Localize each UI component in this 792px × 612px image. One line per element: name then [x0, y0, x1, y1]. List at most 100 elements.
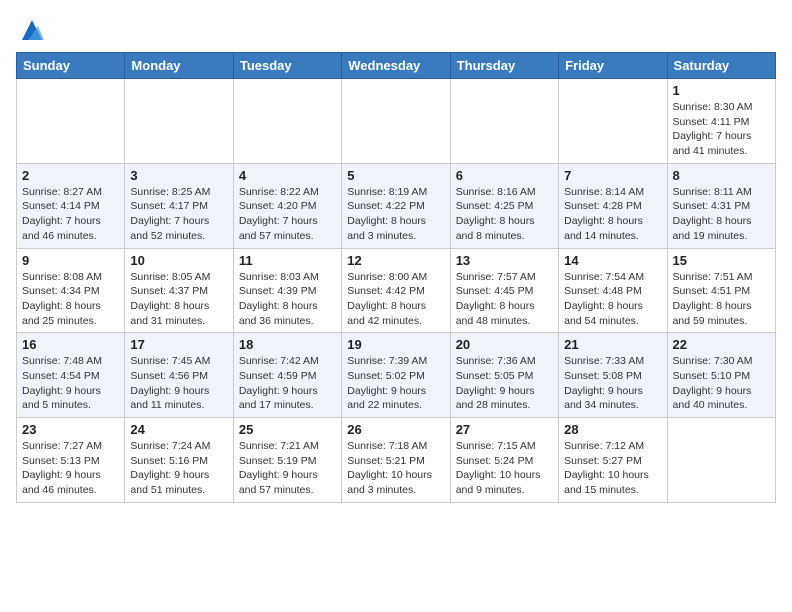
calendar-header-thursday: Thursday	[450, 53, 558, 79]
day-number: 2	[22, 168, 119, 183]
calendar-cell	[450, 79, 558, 164]
calendar-cell	[17, 79, 125, 164]
day-number: 9	[22, 253, 119, 268]
calendar-cell: 4 Sunrise: 8:22 AM Sunset: 4:20 PM Daylig…	[233, 163, 341, 248]
calendar-cell	[125, 79, 233, 164]
calendar-cell	[342, 79, 450, 164]
day-number: 6	[456, 168, 553, 183]
day-info: Sunrise: 7:33 AM Sunset: 5:08 PM Dayligh…	[564, 354, 661, 413]
calendar-header-wednesday: Wednesday	[342, 53, 450, 79]
day-info: Sunrise: 7:54 AM Sunset: 4:48 PM Dayligh…	[564, 270, 661, 329]
day-info: Sunrise: 8:25 AM Sunset: 4:17 PM Dayligh…	[130, 185, 227, 244]
day-info: Sunrise: 7:51 AM Sunset: 4:51 PM Dayligh…	[673, 270, 770, 329]
day-info: Sunrise: 7:21 AM Sunset: 5:19 PM Dayligh…	[239, 439, 336, 498]
day-number: 22	[673, 337, 770, 352]
day-number: 20	[456, 337, 553, 352]
calendar-cell: 28 Sunrise: 7:12 AM Sunset: 5:27 PM Dayli…	[559, 418, 667, 503]
calendar-cell: 23 Sunrise: 7:27 AM Sunset: 5:13 PM Dayli…	[17, 418, 125, 503]
day-info: Sunrise: 7:30 AM Sunset: 5:10 PM Dayligh…	[673, 354, 770, 413]
day-number: 5	[347, 168, 444, 183]
day-info: Sunrise: 8:00 AM Sunset: 4:42 PM Dayligh…	[347, 270, 444, 329]
calendar-cell: 6 Sunrise: 8:16 AM Sunset: 4:25 PM Daylig…	[450, 163, 558, 248]
page-header	[16, 16, 776, 44]
day-info: Sunrise: 7:36 AM Sunset: 5:05 PM Dayligh…	[456, 354, 553, 413]
calendar-cell: 15 Sunrise: 7:51 AM Sunset: 4:51 PM Dayli…	[667, 248, 775, 333]
calendar-cell: 2 Sunrise: 8:27 AM Sunset: 4:14 PM Daylig…	[17, 163, 125, 248]
logo	[16, 16, 46, 44]
day-info: Sunrise: 7:57 AM Sunset: 4:45 PM Dayligh…	[456, 270, 553, 329]
calendar-header-saturday: Saturday	[667, 53, 775, 79]
day-number: 28	[564, 422, 661, 437]
calendar-cell: 21 Sunrise: 7:33 AM Sunset: 5:08 PM Dayli…	[559, 333, 667, 418]
day-info: Sunrise: 7:45 AM Sunset: 4:56 PM Dayligh…	[130, 354, 227, 413]
day-info: Sunrise: 8:03 AM Sunset: 4:39 PM Dayligh…	[239, 270, 336, 329]
calendar-cell: 26 Sunrise: 7:18 AM Sunset: 5:21 PM Dayli…	[342, 418, 450, 503]
calendar-cell: 11 Sunrise: 8:03 AM Sunset: 4:39 PM Dayli…	[233, 248, 341, 333]
day-number: 17	[130, 337, 227, 352]
day-info: Sunrise: 8:14 AM Sunset: 4:28 PM Dayligh…	[564, 185, 661, 244]
logo-icon	[18, 16, 46, 44]
calendar-cell: 19 Sunrise: 7:39 AM Sunset: 5:02 PM Dayli…	[342, 333, 450, 418]
day-number: 13	[456, 253, 553, 268]
day-info: Sunrise: 8:05 AM Sunset: 4:37 PM Dayligh…	[130, 270, 227, 329]
day-info: Sunrise: 7:15 AM Sunset: 5:24 PM Dayligh…	[456, 439, 553, 498]
day-info: Sunrise: 7:42 AM Sunset: 4:59 PM Dayligh…	[239, 354, 336, 413]
day-number: 14	[564, 253, 661, 268]
day-number: 26	[347, 422, 444, 437]
day-number: 7	[564, 168, 661, 183]
calendar-cell: 22 Sunrise: 7:30 AM Sunset: 5:10 PM Dayli…	[667, 333, 775, 418]
calendar-header-sunday: Sunday	[17, 53, 125, 79]
day-number: 12	[347, 253, 444, 268]
calendar-cell: 9 Sunrise: 8:08 AM Sunset: 4:34 PM Daylig…	[17, 248, 125, 333]
day-number: 4	[239, 168, 336, 183]
calendar-header-monday: Monday	[125, 53, 233, 79]
day-info: Sunrise: 8:22 AM Sunset: 4:20 PM Dayligh…	[239, 185, 336, 244]
day-info: Sunrise: 8:27 AM Sunset: 4:14 PM Dayligh…	[22, 185, 119, 244]
day-number: 23	[22, 422, 119, 437]
day-info: Sunrise: 7:24 AM Sunset: 5:16 PM Dayligh…	[130, 439, 227, 498]
calendar-cell: 10 Sunrise: 8:05 AM Sunset: 4:37 PM Dayli…	[125, 248, 233, 333]
calendar-cell: 3 Sunrise: 8:25 AM Sunset: 4:17 PM Daylig…	[125, 163, 233, 248]
day-info: Sunrise: 7:12 AM Sunset: 5:27 PM Dayligh…	[564, 439, 661, 498]
calendar-header-tuesday: Tuesday	[233, 53, 341, 79]
calendar-cell: 18 Sunrise: 7:42 AM Sunset: 4:59 PM Dayli…	[233, 333, 341, 418]
day-number: 24	[130, 422, 227, 437]
calendar-cell: 12 Sunrise: 8:00 AM Sunset: 4:42 PM Dayli…	[342, 248, 450, 333]
day-number: 11	[239, 253, 336, 268]
day-info: Sunrise: 7:27 AM Sunset: 5:13 PM Dayligh…	[22, 439, 119, 498]
day-number: 1	[673, 83, 770, 98]
calendar-cell: 13 Sunrise: 7:57 AM Sunset: 4:45 PM Dayli…	[450, 248, 558, 333]
calendar-cell	[559, 79, 667, 164]
calendar-cell: 17 Sunrise: 7:45 AM Sunset: 4:56 PM Dayli…	[125, 333, 233, 418]
day-number: 3	[130, 168, 227, 183]
day-number: 25	[239, 422, 336, 437]
day-info: Sunrise: 8:30 AM Sunset: 4:11 PM Dayligh…	[673, 100, 770, 159]
calendar-cell: 1 Sunrise: 8:30 AM Sunset: 4:11 PM Daylig…	[667, 79, 775, 164]
day-number: 21	[564, 337, 661, 352]
day-number: 18	[239, 337, 336, 352]
calendar-cell: 7 Sunrise: 8:14 AM Sunset: 4:28 PM Daylig…	[559, 163, 667, 248]
calendar-cell: 25 Sunrise: 7:21 AM Sunset: 5:19 PM Dayli…	[233, 418, 341, 503]
calendar-cell: 24 Sunrise: 7:24 AM Sunset: 5:16 PM Dayli…	[125, 418, 233, 503]
calendar-cell: 8 Sunrise: 8:11 AM Sunset: 4:31 PM Daylig…	[667, 163, 775, 248]
calendar-header-friday: Friday	[559, 53, 667, 79]
calendar-cell: 14 Sunrise: 7:54 AM Sunset: 4:48 PM Dayli…	[559, 248, 667, 333]
calendar-cell	[233, 79, 341, 164]
calendar-table: SundayMondayTuesdayWednesdayThursdayFrid…	[16, 52, 776, 503]
day-info: Sunrise: 8:19 AM Sunset: 4:22 PM Dayligh…	[347, 185, 444, 244]
day-info: Sunrise: 8:16 AM Sunset: 4:25 PM Dayligh…	[456, 185, 553, 244]
day-number: 10	[130, 253, 227, 268]
day-number: 16	[22, 337, 119, 352]
day-number: 15	[673, 253, 770, 268]
calendar-cell: 5 Sunrise: 8:19 AM Sunset: 4:22 PM Daylig…	[342, 163, 450, 248]
day-number: 19	[347, 337, 444, 352]
day-info: Sunrise: 8:08 AM Sunset: 4:34 PM Dayligh…	[22, 270, 119, 329]
day-number: 8	[673, 168, 770, 183]
calendar-cell: 20 Sunrise: 7:36 AM Sunset: 5:05 PM Dayli…	[450, 333, 558, 418]
calendar-cell	[667, 418, 775, 503]
calendar-cell: 27Sunrise: 7:15 AM Sunset: 5:24 PM Dayli…	[450, 418, 558, 503]
day-info: Sunrise: 7:18 AM Sunset: 5:21 PM Dayligh…	[347, 439, 444, 498]
day-info: Sunrise: 8:11 AM Sunset: 4:31 PM Dayligh…	[673, 185, 770, 244]
calendar-cell: 16Sunrise: 7:48 AM Sunset: 4:54 PM Dayli…	[17, 333, 125, 418]
day-info: Sunrise: 7:39 AM Sunset: 5:02 PM Dayligh…	[347, 354, 444, 413]
